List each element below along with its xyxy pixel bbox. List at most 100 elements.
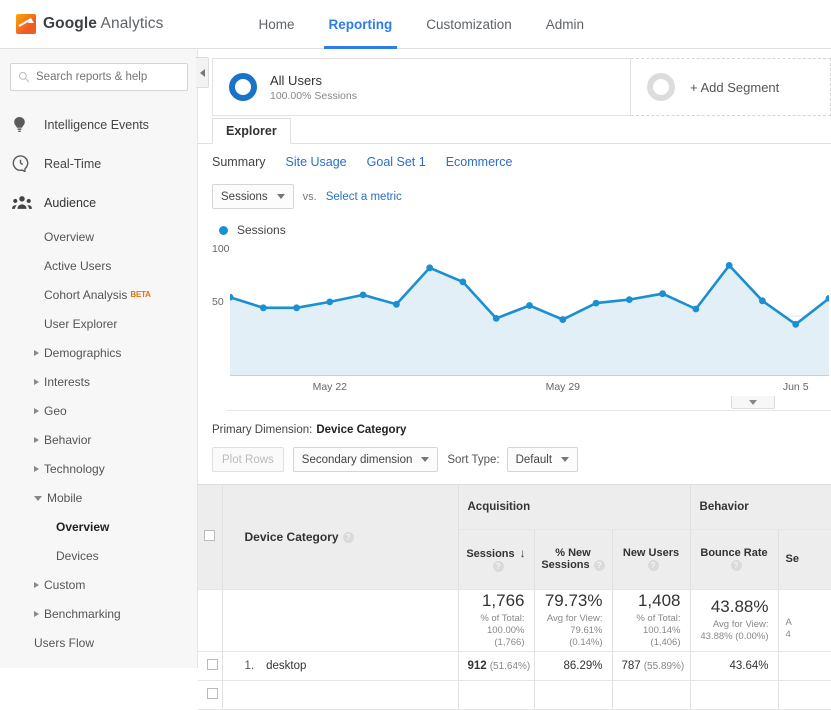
secondary-dimension-select[interactable]: Secondary dimension — [292, 447, 439, 472]
sidebar-item-users-flow[interactable]: Users Flow — [0, 628, 197, 657]
chevron-right-icon — [34, 610, 39, 617]
header-new-users[interactable]: New Users ? — [612, 529, 691, 590]
tab-explorer[interactable]: Explorer — [212, 118, 291, 144]
select-all-cell[interactable] — [198, 485, 223, 590]
nav-home[interactable]: Home — [241, 0, 311, 49]
help-icon[interactable]: ? — [647, 559, 659, 571]
subtab-summary[interactable]: Summary — [212, 155, 265, 169]
table-totals-row: 1,766 % of Total: 100.00% (1,766) 79.73%… — [198, 589, 831, 652]
sidebar-item-intelligence-events[interactable]: Intelligence Events — [0, 105, 197, 144]
sidebar-item-geo[interactable]: Geo — [0, 396, 197, 425]
sidebar-item-audience[interactable]: Audience — [0, 183, 197, 222]
primary-dimension-value[interactable]: Device Category — [316, 424, 406, 436]
row-new-users-value: 787 — [621, 659, 641, 672]
x-tick-label: May 29 — [545, 381, 581, 393]
nav-admin[interactable]: Admin — [529, 0, 601, 49]
sort-type-select[interactable]: Default — [506, 447, 579, 472]
sidebar-item-technology[interactable]: Technology — [0, 454, 197, 483]
sidebar-item-active-users[interactable]: Active Users — [0, 251, 197, 280]
brand-rest: Analytics — [97, 15, 164, 32]
sidebar-item-cohort-analysis[interactable]: Cohort Analysis BETA — [0, 280, 197, 309]
sidebar-item-behavior[interactable]: Behavior — [0, 425, 197, 454]
segment-text: All Users 100.00% Sessions — [270, 73, 357, 102]
chart-expand-button[interactable] — [731, 396, 775, 409]
add-segment-button[interactable]: + Add Segment — [631, 58, 831, 116]
help-icon[interactable]: ? — [593, 559, 605, 571]
primary-dimension-label: Primary Dimension: — [212, 424, 313, 436]
google-analytics-logo[interactable]: Google Analytics — [16, 14, 163, 34]
search-box[interactable] — [10, 63, 188, 91]
brand-text: Google Analytics — [43, 15, 163, 33]
sidebar-item-demographics[interactable]: Demographics — [0, 338, 197, 367]
totals-new-sessions-pct-value: 79.73% — [544, 591, 603, 610]
header-new-sessions-pct[interactable]: % New Sessions? — [534, 529, 613, 590]
row-checkbox-cell[interactable] — [198, 651, 223, 681]
sidebar-item-overview[interactable]: Overview — [0, 222, 197, 251]
chevron-right-icon — [34, 349, 39, 356]
top-navigation: Home Reporting Customization Admin — [241, 0, 601, 49]
sidebar-nav: Intelligence Events Real-Time Audience O… — [0, 105, 197, 657]
sessions-line-chart[interactable]: 100 50 — [212, 243, 829, 375]
chart-legend: Sessions — [198, 223, 831, 237]
report-table: Device Category? Acquisition Behavior Se… — [198, 484, 831, 710]
chevron-right-icon — [34, 378, 39, 385]
sidebar-label-mobile: Mobile — [47, 490, 83, 505]
subtab-site-usage[interactable]: Site Usage — [285, 155, 346, 169]
sidebar-item-mobile[interactable]: Mobile — [0, 483, 197, 512]
sidebar-label-benchmarking: Benchmarking — [44, 606, 121, 621]
primary-dimension: Primary Dimension: Device Category — [198, 424, 831, 436]
x-tick-label: May 22 — [312, 381, 348, 393]
header-device-category-label: Device Category — [244, 529, 339, 544]
search-input[interactable] — [36, 71, 186, 83]
row-name[interactable]: desktop — [266, 660, 306, 672]
row-bounce-rate: 43.64% — [690, 651, 779, 681]
sidebar-item-mobile-overview[interactable]: Overview — [0, 512, 197, 541]
lightbulb-icon — [12, 116, 38, 134]
table-row-partial[interactable] — [198, 680, 831, 710]
row-new-users-pct: (55.89%) — [643, 660, 685, 672]
segment-all-users[interactable]: All Users 100.00% Sessions — [212, 58, 631, 116]
search-icon — [18, 71, 30, 83]
help-icon[interactable]: ? — [342, 532, 354, 544]
nav-reporting[interactable]: Reporting — [312, 0, 410, 49]
sidebar-item-interests[interactable]: Interests — [0, 367, 197, 396]
metric-select-value: Sessions — [221, 190, 268, 203]
table-group-header-row: Device Category? Acquisition Behavior — [198, 485, 831, 590]
subtab-goal-set-1[interactable]: Goal Set 1 — [367, 155, 426, 169]
header-bounce-rate[interactable]: Bounce Rate ? — [690, 529, 779, 590]
row-checkbox-cell[interactable] — [198, 680, 223, 710]
add-segment-donut-icon — [647, 73, 675, 101]
header-sessions[interactable]: Sessions ↓ ? — [458, 529, 535, 590]
header-group-behavior: Behavior — [690, 485, 831, 530]
row-new-sessions-pct: 86.29% — [534, 651, 613, 681]
table-row[interactable]: 1. desktop 912 (51.64%) 86.29% 787 (55.89%)… — [198, 651, 831, 681]
header-pages-per-session-clipped[interactable]: Se — [778, 529, 831, 590]
metric-select[interactable]: Sessions — [212, 184, 294, 209]
totals-checkbox-cell — [198, 589, 223, 652]
help-icon[interactable]: ? — [492, 560, 504, 572]
totals-new-sessions-pct: 79.73% Avg for View: 79.61% (0.14%) — [534, 589, 613, 652]
select-all-checkbox[interactable] — [204, 529, 216, 541]
header-device-category[interactable]: Device Category? — [222, 485, 459, 590]
sidebar-item-benchmarking[interactable]: Benchmarking — [0, 599, 197, 628]
sidebar-label-cohort-analysis: Cohort Analysis — [44, 287, 128, 302]
row-checkbox[interactable] — [207, 687, 218, 699]
search-container — [0, 49, 197, 99]
sidebar-item-user-explorer[interactable]: User Explorer — [0, 309, 197, 338]
nav-customization[interactable]: Customization — [409, 0, 529, 49]
select-a-metric-link[interactable]: Select a metric — [326, 191, 402, 203]
sidebar-item-real-time[interactable]: Real-Time — [0, 144, 197, 183]
sidebar-collapse-button[interactable] — [196, 57, 209, 88]
plot-rows-button: Plot Rows — [212, 447, 284, 472]
audience-subnav: Overview Active Users Cohort Analysis BET… — [0, 222, 197, 657]
row-sessions-value: 912 — [467, 659, 487, 672]
y-tick-50: 50 — [212, 296, 224, 308]
row-device-category: 1. desktop — [222, 651, 459, 681]
subtab-ecommerce[interactable]: Ecommerce — [446, 155, 513, 169]
add-segment-label: + Add Segment — [690, 79, 780, 95]
sidebar-item-mobile-devices[interactable]: Devices — [0, 541, 197, 570]
sidebar-item-custom[interactable]: Custom — [0, 570, 197, 599]
totals-clipped-l2: 4 — [785, 629, 791, 640]
help-icon[interactable]: ? — [730, 559, 742, 571]
sidebar-label-behavior: Behavior — [44, 432, 92, 447]
